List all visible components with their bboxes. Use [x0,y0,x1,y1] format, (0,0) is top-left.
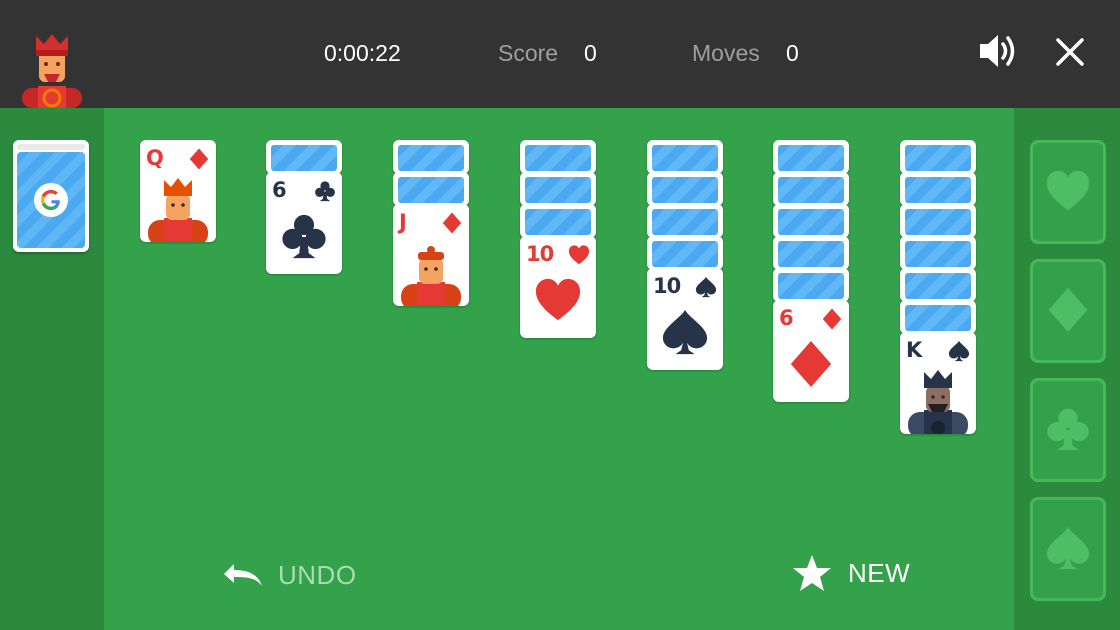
face-down-card[interactable] [773,236,849,270]
spade-icon [661,304,709,360]
face-down-card[interactable] [773,172,849,206]
card-back-pattern [525,145,591,171]
new-game-button[interactable]: NEW [792,553,910,593]
google-logo-icon [34,183,68,217]
card-back-pattern [525,209,591,235]
speaker-icon [980,35,1015,67]
card-6-of-clubs[interactable]: 6 [266,172,342,274]
card-back-pattern [271,145,337,171]
face-down-card[interactable] [647,172,723,206]
foundation-hearts[interactable] [1030,140,1106,244]
card-rank: K [906,338,922,362]
heart-icon [568,244,590,266]
card-back-pattern [652,209,718,235]
undo-label: UNDO [278,559,357,590]
face-down-card[interactable] [520,140,596,174]
card-10-of-spades[interactable]: 10 [647,268,723,370]
card-Q-of-diamonds[interactable]: Q [140,140,216,242]
card-back-pattern [398,177,464,203]
top-bar: 0:00:22 Score 0 Moves 0 [0,0,1120,108]
club-icon [1045,401,1091,457]
card-rank: 6 [779,306,794,330]
foundation-diamonds[interactable] [1030,259,1106,363]
spade-icon [1045,520,1091,576]
face-down-card[interactable] [647,204,723,238]
score-value: 0 [584,40,597,66]
face-card-art [401,246,461,306]
face-down-card[interactable] [900,204,976,238]
face-down-card[interactable] [900,236,976,270]
card-back-pattern [778,209,844,235]
spade-icon [695,276,717,298]
card-back-pattern [652,177,718,203]
foundation-spades[interactable] [1030,497,1106,601]
card-rank: Q [146,146,164,170]
foundation-clubs[interactable] [1030,378,1106,482]
card-back-pattern [905,305,971,331]
moves-label: Moves [692,40,760,66]
card-back-pattern [652,145,718,171]
face-down-card[interactable] [647,236,723,270]
heart-icon [534,272,582,328]
undo-icon [224,564,262,586]
card-back-pattern [778,177,844,203]
moves-value: 0 [786,40,799,66]
card-back-pattern [905,209,971,235]
timer: 0:00:22 [324,40,401,66]
diamond-icon [821,308,843,330]
card-back-pattern [525,177,591,203]
diamond-icon [441,212,463,234]
diamond-icon [787,336,835,392]
club-icon [314,180,336,202]
card-back-pattern [778,145,844,171]
diamond-icon [1045,282,1091,338]
undo-button[interactable]: UNDO [220,558,357,592]
card-J-of-diamonds[interactable]: J [393,204,469,306]
face-down-card[interactable] [900,140,976,174]
diamond-icon [188,148,210,170]
card-back-pattern [905,145,971,171]
stock-pile[interactable] [13,140,89,252]
score-label: Score [498,40,559,66]
face-card-art [908,370,968,434]
card-back-pattern [778,241,844,267]
face-down-card[interactable] [773,140,849,174]
card-back-pattern [905,273,971,299]
face-down-card[interactable] [266,140,342,174]
new-game-label: NEW [848,557,911,588]
face-down-card[interactable] [773,204,849,238]
card-rank: 10 [653,274,681,298]
card-K-of-spades[interactable]: K [900,332,976,434]
card-back-pattern [398,145,464,171]
star-icon [793,555,831,591]
card-back-pattern [652,241,718,267]
face-card-art [148,178,208,242]
king-avatar-icon [22,34,82,108]
card-10-of-hearts[interactable]: 10 [520,236,596,338]
close-button[interactable] [1054,36,1086,68]
card-6-of-diamonds[interactable]: 6 [773,300,849,402]
card-rank: J [399,210,407,234]
face-down-card[interactable] [393,140,469,174]
face-down-card[interactable] [900,268,976,302]
card-back-pattern [905,241,971,267]
close-icon [1056,38,1084,66]
heart-icon [1045,163,1091,219]
face-down-card[interactable] [647,140,723,174]
face-down-card[interactable] [900,300,976,334]
face-down-card[interactable] [900,172,976,206]
card-rank: 10 [526,242,554,266]
spade-icon [948,340,970,362]
face-down-card[interactable] [393,172,469,206]
face-down-card[interactable] [520,204,596,238]
sound-button[interactable] [978,32,1018,70]
face-down-card[interactable] [520,172,596,206]
card-rank: 6 [272,178,287,202]
card-back-pattern [778,273,844,299]
club-icon [280,208,328,264]
card-back-pattern [905,177,971,203]
face-down-card[interactable] [773,268,849,302]
